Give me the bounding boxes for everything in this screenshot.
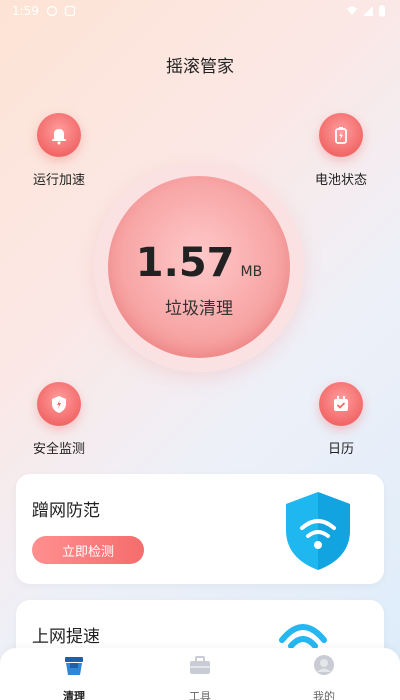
toolbox-icon — [190, 656, 210, 674]
feature-battery-label: 电池状态 — [314, 173, 367, 188]
feature-run-speed[interactable]: 运行加速 — [14, 113, 104, 188]
feature-calendar-icon-bg — [319, 382, 363, 426]
shield-icon — [52, 396, 66, 413]
status-time: 1:59 — [12, 4, 39, 18]
wifi-guard-card[interactable]: 蹭网防范 立即检测 — [16, 474, 384, 584]
feature-security-label: 安全监测 — [32, 442, 85, 457]
battery-status-icon — [379, 5, 385, 17]
net-speed-title: 上网提速 — [32, 627, 100, 647]
signal-icon — [363, 6, 373, 16]
battery-icon — [335, 127, 347, 144]
broom-icon — [65, 657, 83, 675]
detect-now-button[interactable]: 立即检测 — [32, 536, 144, 564]
junk-clean-dial[interactable]: 1.57 MB 垃圾清理 — [94, 162, 304, 372]
feature-calendar[interactable]: 日历 — [296, 382, 386, 457]
calendar-icon — [334, 396, 348, 411]
bell-icon — [52, 129, 66, 145]
tab-mine-label: 我的 — [313, 690, 335, 700]
feature-battery[interactable]: 电池状态 — [296, 113, 386, 188]
alarm-icon — [46, 5, 58, 17]
feature-security-icon-bg — [37, 382, 81, 426]
status-bar: 1:59 — [0, 0, 400, 24]
wifi-icon — [279, 624, 327, 648]
feature-battery-icon-bg — [319, 113, 363, 157]
wifi-guard-title: 蹭网防范 — [32, 501, 100, 521]
app-title: 摇滚管家 — [166, 57, 234, 77]
tab-mine[interactable]: 我的 — [274, 654, 374, 700]
feature-run-speed-icon-bg — [37, 113, 81, 157]
junk-size-value: 1.57 — [135, 240, 235, 286]
tab-clean-label: 清理 — [63, 690, 85, 700]
tab-tools-label: 工具 — [189, 690, 211, 700]
feature-run-speed-label: 运行加速 — [32, 173, 85, 188]
feature-security[interactable]: 安全监测 — [14, 382, 104, 457]
tab-clean[interactable]: 清理 — [24, 654, 124, 700]
notification-icon — [64, 5, 76, 17]
junk-size: 1.57 MB — [94, 240, 304, 286]
wifi-status-icon — [347, 6, 357, 15]
junk-size-unit: MB — [240, 264, 263, 280]
wifi-shield-icon — [286, 492, 350, 570]
person-icon — [314, 655, 334, 675]
junk-clean-label: 垃圾清理 — [165, 299, 233, 319]
feature-calendar-label: 日历 — [327, 442, 354, 457]
tab-tools[interactable]: 工具 — [150, 654, 250, 700]
bottom-tab-bar: 清理 工具 我的 — [0, 648, 400, 700]
